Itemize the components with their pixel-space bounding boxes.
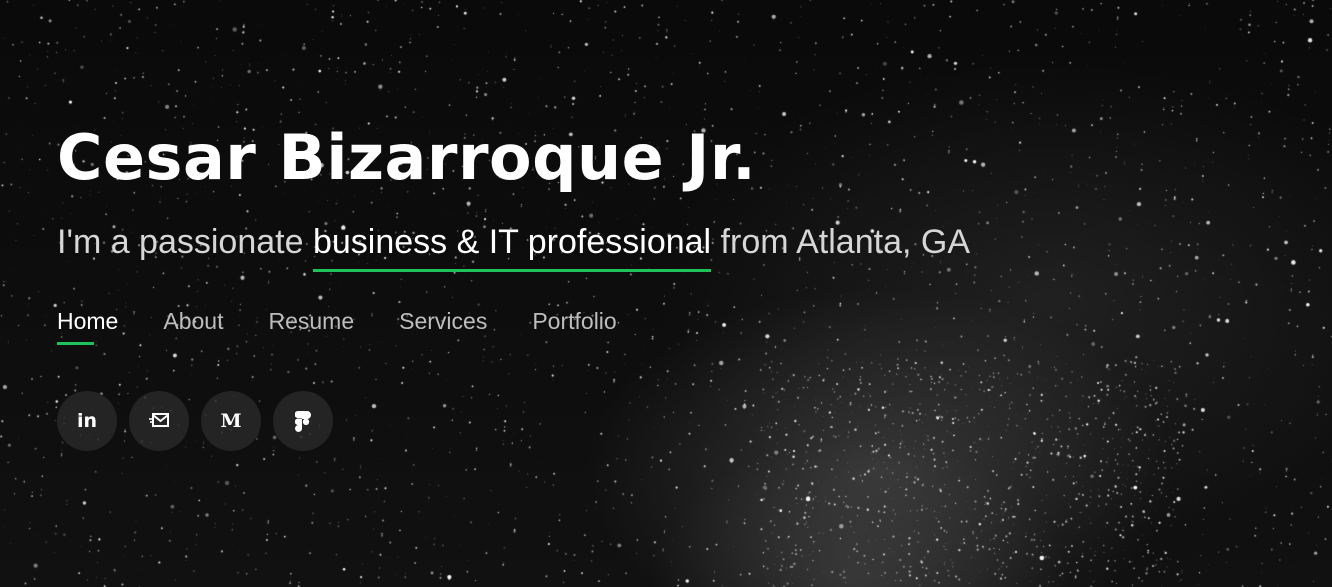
medium-icon: M xyxy=(220,410,242,432)
tagline-highlight: business & IT professional xyxy=(312,220,712,272)
figma-button[interactable] xyxy=(273,391,333,451)
tagline-prefix: I'm a passionate xyxy=(57,223,313,261)
main-nav: Home About Resume Services Portfolio xyxy=(57,308,970,345)
hero-name: Cesar Bizarroque Jr. xyxy=(57,121,757,194)
email-icon xyxy=(149,413,169,427)
figma-icon xyxy=(295,411,311,432)
hero-tagline: I'm a passionate business & IT professio… xyxy=(57,220,970,272)
email-button[interactable] xyxy=(129,391,189,451)
nav-item-resume[interactable]: Resume xyxy=(268,308,354,345)
linkedin-icon: in xyxy=(76,410,98,432)
linkedin-button[interactable]: in xyxy=(57,391,117,451)
hero-content: Cesar Bizarroque Jr. I'm a passionate bu… xyxy=(57,118,970,451)
tagline-suffix: from Atlanta, GA xyxy=(711,223,970,261)
nav-item-portfolio[interactable]: Portfolio xyxy=(532,308,616,345)
nav-item-services[interactable]: Services xyxy=(399,308,487,345)
nav-item-home[interactable]: Home xyxy=(57,308,118,345)
medium-button[interactable]: M xyxy=(201,391,261,451)
social-links: in M xyxy=(57,391,970,451)
nav-item-about[interactable]: About xyxy=(163,308,223,345)
hero-section: Cesar Bizarroque Jr. I'm a passionate bu… xyxy=(0,0,1332,587)
